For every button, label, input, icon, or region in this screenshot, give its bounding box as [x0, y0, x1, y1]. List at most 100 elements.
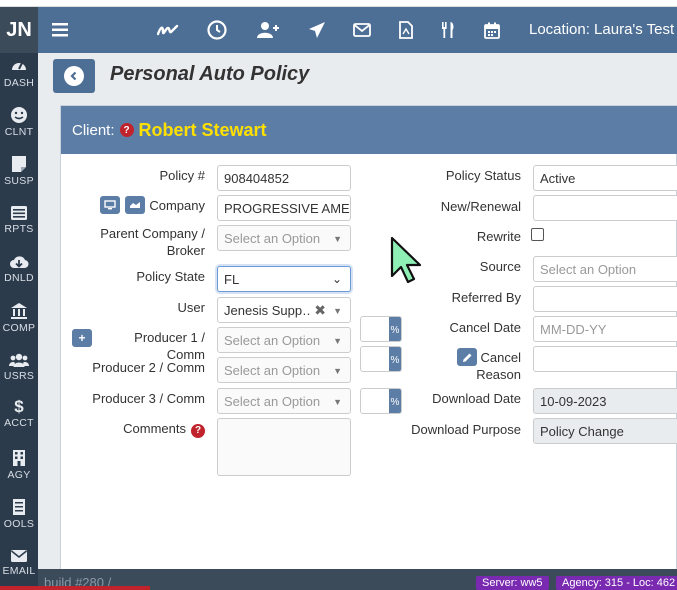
rewrite-checkbox[interactable]	[531, 228, 544, 241]
producer3-select[interactable]: Select an Option ▼	[217, 388, 351, 414]
sidebar-item-agy[interactable]: AGY	[0, 446, 38, 492]
comments-label: Comments?	[105, 420, 205, 438]
caret-down-icon: ▼	[333, 336, 342, 346]
producer1-comm-input[interactable]: %	[360, 316, 402, 342]
referred-by-label: Referred By	[451, 290, 521, 305]
sidebar-item-label: EMAIL	[2, 565, 36, 577]
caret-down-icon: ▼	[333, 234, 342, 244]
source-placeholder: Select an Option	[540, 261, 637, 277]
sidebar-item-label: RPTS	[4, 223, 34, 235]
policy-state-value: FL	[224, 271, 240, 287]
producer1-label: Producer 1 / Comm	[134, 330, 205, 362]
plus-icon: +	[78, 331, 86, 345]
utensils-icon[interactable]	[438, 20, 458, 40]
main-content: Personal Auto Policy Client: ? Robert St…	[38, 53, 677, 575]
policy-number-label: Policy #	[159, 168, 205, 183]
parent-company-label: Parent Company / Broker	[85, 225, 205, 259]
sidebar-item-usrs[interactable]: USRS	[0, 348, 38, 394]
producer2-comm-input[interactable]: %	[360, 346, 402, 372]
send-icon[interactable]	[306, 20, 328, 40]
policy-status-label: Policy Status	[445, 168, 521, 183]
sidebar-item-label: USRS	[3, 370, 35, 382]
policy-status-select[interactable]: Active	[533, 165, 677, 191]
cancel-date-input[interactable]: MM-DD-YY	[533, 316, 677, 342]
chevron-down-icon: ⌄	[331, 272, 342, 286]
policy-number-input[interactable]: 908404852	[217, 165, 351, 191]
tools-icon	[13, 499, 25, 515]
back-button[interactable]	[53, 59, 95, 93]
comments-label-text: Comments	[123, 421, 186, 436]
sidebar-item-dnld[interactable]: DNLD	[0, 250, 38, 296]
cloud-download-icon	[10, 256, 29, 269]
sidebar-item-label: CLNT	[4, 126, 34, 138]
parent-company-select[interactable]: Select an Option ▼	[217, 225, 351, 251]
dashboard-icon	[12, 62, 26, 70]
add-producer-button[interactable]: +	[72, 329, 92, 347]
company-value: PROGRESSIVE AMERICAN	[224, 200, 350, 216]
producer3-placeholder: Select an Option	[224, 393, 321, 409]
sidebar-item-label: COMP	[2, 322, 36, 334]
download-date-value: 10-09-2023	[540, 393, 607, 409]
menu-icon[interactable]	[52, 21, 70, 39]
sidebar-item-email[interactable]: EMAIL	[0, 544, 38, 590]
clock-icon[interactable]	[206, 19, 228, 41]
policy-state-label: Policy State	[136, 269, 205, 284]
producer2-select[interactable]: Select an Option ▼	[217, 357, 351, 383]
help-icon[interactable]: ?	[191, 423, 205, 438]
producer3-comm-input[interactable]: %	[360, 388, 402, 414]
sidebar-item-tools[interactable]: OOLS	[0, 495, 38, 541]
policy-number-value: 908404852	[224, 170, 290, 186]
cancel-reason-label-line1: Cancel	[480, 350, 521, 365]
signature-icon[interactable]	[156, 20, 180, 40]
sidebar-item-comp[interactable]: COMP	[0, 299, 38, 345]
client-header: Client: ? Robert Stewart	[61, 106, 677, 154]
handshake-icon[interactable]	[125, 196, 145, 214]
company-input[interactable]: PROGRESSIVE AMERICAN	[217, 195, 351, 221]
cancel-reason-label: Cancel Reason	[471, 349, 521, 383]
parent-company-label-line1: Parent Company /	[100, 226, 205, 241]
browser-strip	[0, 0, 677, 7]
location-label[interactable]: Location: Laura's Test A	[529, 21, 677, 38]
producer2-placeholder: Select an Option	[224, 362, 321, 378]
user-select[interactable]: Jenesis Supp… ✖ ▼	[217, 297, 351, 323]
download-date-field: 10-09-2023	[533, 388, 677, 414]
parent-company-label-line2: Broker	[166, 243, 205, 258]
referred-by-input[interactable]	[533, 286, 677, 312]
add-user-icon[interactable]	[256, 20, 280, 40]
client-name[interactable]: Robert Stewart	[139, 120, 267, 141]
client-label: Client:	[72, 121, 115, 139]
parent-company-placeholder: Select an Option	[224, 230, 321, 246]
percent-addon: %	[389, 317, 401, 341]
cancel-reason-label-line2: Reason	[476, 367, 521, 382]
sidebar-item-label: DNLD	[4, 272, 34, 284]
download-purpose-label: Download Purpose	[411, 422, 521, 437]
help-icon[interactable]: ?	[119, 123, 134, 137]
policy-status-value: Active	[540, 170, 576, 186]
sidebar-item-acct[interactable]: $ ACCT	[0, 397, 38, 443]
pdf-icon[interactable]	[396, 20, 416, 40]
top-navbar: Location: Laura's Test A	[38, 7, 677, 53]
calendar-icon[interactable]	[482, 20, 502, 40]
sidebar-item-dash[interactable]: DASH	[0, 54, 38, 100]
cancel-reason-input[interactable]	[533, 346, 677, 372]
percent-addon: %	[389, 347, 401, 371]
download-purpose-field: Policy Change	[533, 418, 677, 444]
sidebar-item-rpts[interactable]: RPTS	[0, 201, 38, 247]
comments-textarea[interactable]	[217, 418, 351, 476]
source-select[interactable]: Select an Option	[533, 256, 677, 282]
smile-icon	[11, 107, 27, 123]
sidebar-item-susp[interactable]: SUSP	[0, 152, 38, 198]
cancel-date-placeholder: MM-DD-YY	[540, 321, 607, 337]
producer1-select[interactable]: Select an Option ▼	[217, 327, 351, 353]
download-date-label: Download Date	[432, 391, 521, 406]
bank-icon	[11, 303, 27, 319]
computer-icon[interactable]	[100, 196, 120, 214]
sidebar-item-clnt[interactable]: CLNT	[0, 103, 38, 149]
clear-icon[interactable]: ✖	[314, 302, 326, 319]
brand-logo[interactable]: JN	[0, 7, 38, 53]
progress-line	[0, 586, 150, 590]
sidebar-item-label: SUSP	[4, 175, 34, 187]
new-renewal-select[interactable]	[533, 195, 677, 221]
policy-state-select[interactable]: FL ⌄	[217, 266, 351, 292]
mail-icon[interactable]	[351, 21, 373, 39]
